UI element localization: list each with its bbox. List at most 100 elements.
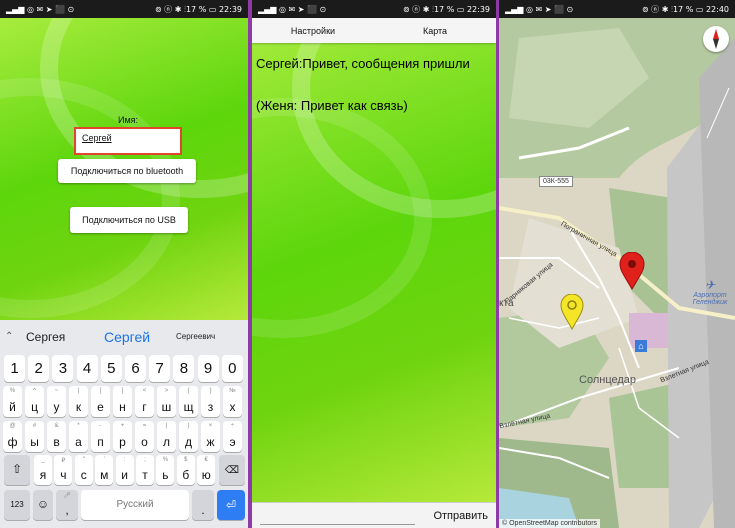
send-button[interactable]: Отправить [433,510,488,522]
letter-key[interactable]: ÷ э [223,421,242,452]
mic-icon: 🎤︎ [63,493,71,499]
key-hint: ^ [33,388,36,394]
letter-key[interactable]: ' м [95,455,114,485]
letter-key[interactable]: ^ ц [25,386,44,417]
red-map-marker-icon[interactable] [619,252,645,290]
map-view[interactable]: 03К-555 Пограничная улица Взлетная улица… [499,18,735,528]
letter-key[interactable]: × ж [201,421,220,452]
key-hint: $ [184,457,188,463]
connect-usb-button[interactable]: Подключиться по USB [70,207,188,233]
map-attribution[interactable]: © OpenStreetMap contributors [499,519,601,528]
yellow-map-marker-icon[interactable] [560,294,584,330]
number-key[interactable]: 5 [100,355,122,382]
letter-key[interactable]: % ь [156,455,175,485]
suggestion-1[interactable]: Сергея [26,330,65,344]
letter-key[interactable]: % й [3,386,22,417]
key-hint: @ [9,423,16,429]
letter-key[interactable]: {щ [179,386,198,417]
green-background [252,0,496,502]
numbers-key-label: 123 [10,500,24,509]
key-hint: " [82,457,85,463]
enter-key[interactable]: ⏎ [217,490,245,520]
key-hint: × [208,423,213,429]
message-input[interactable] [260,507,415,525]
key-hint: ÷ [230,423,235,429]
airport-name: Аэропорт Геленджик [692,292,728,306]
number-key[interactable]: 7 [149,355,171,382]
key-label: д [184,435,192,449]
key-label: м [100,468,109,482]
key-label: э [229,435,236,449]
number-key[interactable]: 6 [125,355,146,382]
status-left: ▂▄▆ ◎ ✉ ➤ ⬛ ⊙ [505,4,574,14]
number-key[interactable]: 8 [173,355,195,382]
key-label: 1 [10,360,19,377]
letter-key[interactable]: # ы [25,421,44,452]
letter-key[interactable]: -п [91,421,110,452]
letter-key[interactable]: ] н [113,386,132,417]
suggestion-2[interactable]: Сергей [104,329,150,345]
menu-map[interactable]: Карта [374,26,496,36]
key-label: 3 [58,360,68,377]
key-label: л [162,435,170,449]
suggestion-3[interactable]: Сергеевич [176,332,215,341]
key-hint: } [209,388,212,394]
letter-key[interactable]: ) д [179,421,198,452]
space-key[interactable]: Русский [81,490,189,520]
letter-key[interactable]: = о [135,421,154,452]
compass-icon [713,29,719,49]
chat-message: (Женя: Привет как связь) [256,98,408,113]
number-key[interactable]: 9 [197,355,219,382]
letter-key[interactable]: > ш [157,386,176,417]
menu-settings[interactable]: Настройки [252,26,374,36]
status-left: ▂▄▆ ◎ ✉ ➤ ⬛ ⊙ [258,4,327,14]
letter-key[interactable]: " с [74,455,93,485]
chevron-up-icon[interactable]: ⌃ [5,331,13,342]
numbers-key[interactable]: 123 [4,490,30,520]
letter-key[interactable]: + р [113,421,132,452]
emoji-key[interactable]: ☺ [33,490,53,520]
key-label: у [53,400,60,414]
letter-key[interactable]: [е [91,386,110,417]
key-label: 4 [82,360,92,377]
number-key[interactable]: 4 [76,355,98,382]
letter-key[interactable]: ₽ ч [54,455,73,485]
letter-key[interactable]: ; т [136,455,154,485]
key-label: ь [162,468,169,482]
letter-key[interactable]: _ я [34,455,52,485]
key-label: в [53,435,60,449]
name-input[interactable]: Сергей [74,127,182,155]
number-key[interactable]: 0 [221,355,243,382]
number-key[interactable]: 1 [4,355,25,382]
key-label: я [39,468,47,482]
letter-key[interactable]: } з [201,386,220,417]
letter-key[interactable]: $ б [176,455,195,485]
letter-key[interactable]: :и [115,455,134,485]
letter-key[interactable]: (л [157,421,176,452]
key-label: ф [7,435,18,449]
key-label: ж [206,435,215,449]
letter-key[interactable]: * а [69,421,88,452]
letter-key[interactable]: | к [69,386,88,417]
letter-key[interactable]: € ю [197,455,216,485]
number-key[interactable]: 3 [52,355,74,382]
connect-bluetooth-button[interactable]: Подключиться по bluetooth [58,159,196,183]
status-bar: ▂▄▆ ◎ ✉ ➤ ⬛ ⊙ ⊚ ⓝ ✱ ⫶17 % ▭ 22:39 [252,0,496,18]
key-label: о [141,435,148,449]
letter-key[interactable]: № х [223,386,242,417]
backspace-key[interactable]: ⌫ [219,455,245,485]
number-key[interactable]: 2 [28,355,50,382]
key-label: ш [161,400,172,414]
comma-key[interactable]: 🎤︎, [56,490,78,520]
letter-key[interactable]: < г [135,386,154,417]
key-hint: ' [103,457,105,463]
dot-key[interactable]: . [192,490,214,520]
letter-key[interactable]: @ ф [3,421,22,452]
key-hint: > [164,388,169,394]
key-hint: ; [144,457,146,463]
shift-key[interactable]: ⇧ [4,455,30,485]
shift-icon: ⇧ [11,462,23,476]
letter-key[interactable]: ~ у [47,386,66,417]
letter-key[interactable]: & в [47,421,66,452]
compass-button[interactable] [703,26,729,52]
